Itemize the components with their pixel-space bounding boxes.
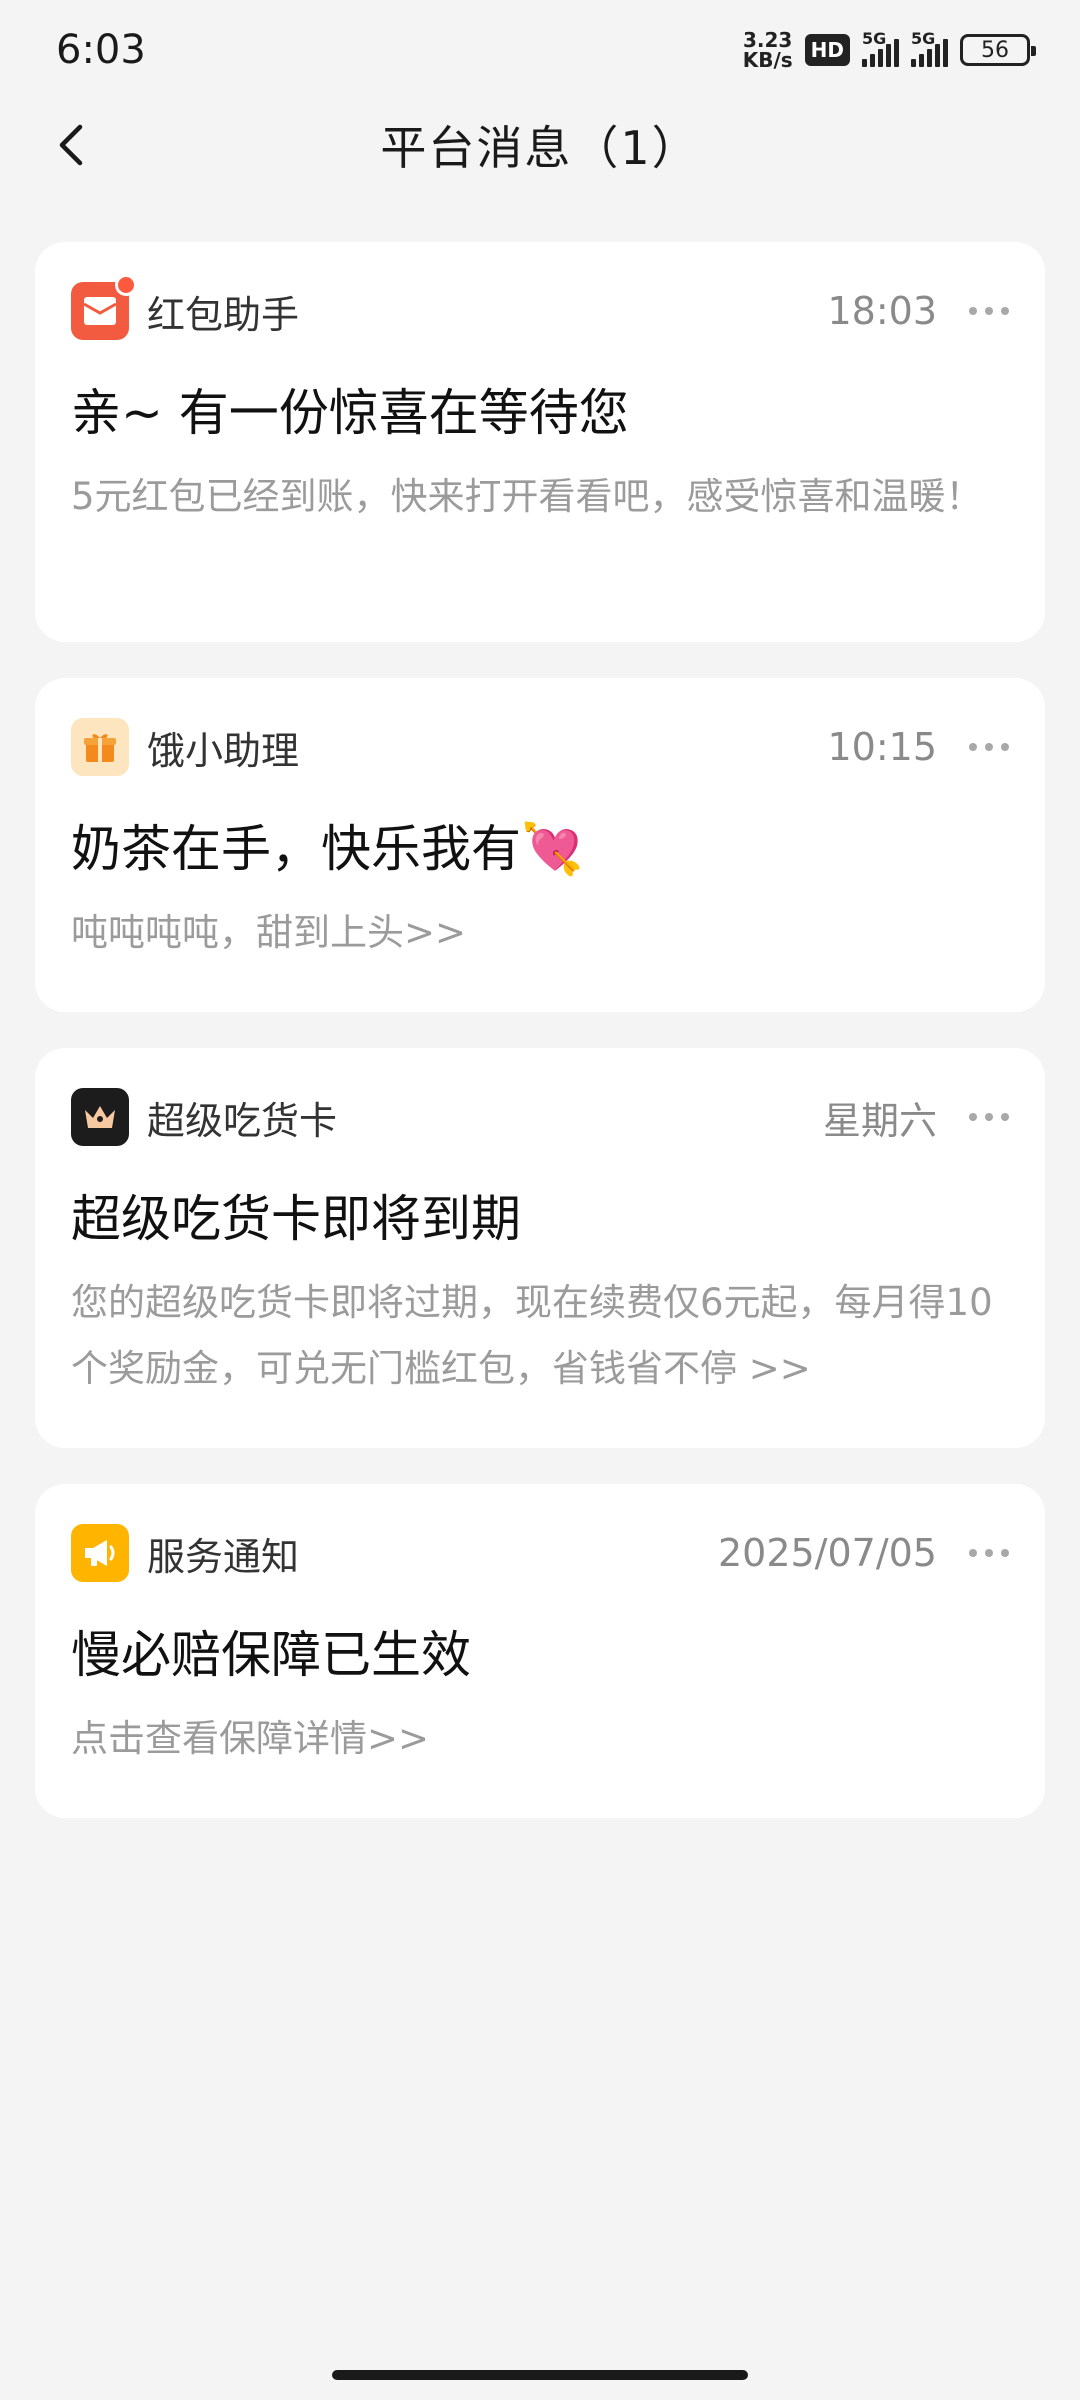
message-header: 红包助手 18:03 xyxy=(71,274,1009,340)
chevron-left-icon xyxy=(59,124,83,166)
network-speed-value: 3.23 xyxy=(743,28,793,52)
status-bar: 6:03 3.23 KB/s HD 5G 5G 56 xyxy=(0,0,1080,100)
page-title: 平台消息（1） xyxy=(380,121,700,175)
home-indicator[interactable] xyxy=(332,2370,748,2380)
message-card[interactable]: 饿小助理 10:15 奶茶在手，快乐我有💘 吨吨吨吨，甜到上头>> xyxy=(35,678,1045,1012)
message-source: 超级吃货卡 xyxy=(147,1098,338,1143)
message-card[interactable]: 超级吃货卡 星期六 超级吃货卡即将到期 您的超级吃货卡即将过期，现在续费仅6元起… xyxy=(35,1048,1045,1448)
signal-icon: 5G xyxy=(862,29,899,67)
message-time: 10:15 xyxy=(827,725,937,769)
message-body: 点击查看保障详情>> xyxy=(71,1717,430,1760)
message-body: 吨吨吨吨，甜到上头>> xyxy=(71,911,467,954)
message-list: 红包助手 18:03 亲~ 有一份惊喜在等待您 5元红包已经到账，快来打开看看吧… xyxy=(35,242,1045,1854)
battery-level: 56 xyxy=(981,37,1009,63)
more-options-icon[interactable] xyxy=(969,1533,1009,1573)
battery-icon: 56 xyxy=(960,34,1036,66)
megaphone-icon xyxy=(71,1524,129,1582)
unread-badge xyxy=(115,274,137,296)
message-source: 饿小助理 xyxy=(147,728,300,773)
network-speed: 3.23 KB/s xyxy=(743,30,793,70)
message-time: 2025/07/05 xyxy=(717,1531,937,1575)
message-title: 超级吃货卡即将到期 xyxy=(71,1190,521,1248)
back-button[interactable] xyxy=(44,118,98,172)
message-card[interactable]: 红包助手 18:03 亲~ 有一份惊喜在等待您 5元红包已经到账，快来打开看看吧… xyxy=(35,242,1045,642)
message-source: 红包助手 xyxy=(147,292,300,337)
message-body: 您的超级吃货卡即将过期，现在续费仅6元起，每月得10个奖励金，可兑无门槛红包，省… xyxy=(71,1281,993,1390)
message-source: 服务通知 xyxy=(147,1534,300,1579)
message-body: 5元红包已经到账，快来打开看看吧，感受惊喜和温暖！ xyxy=(71,475,983,518)
status-time: 6:03 xyxy=(56,27,146,73)
message-header: 服务通知 2025/07/05 xyxy=(71,1524,1009,1582)
hd-voice-icon: HD xyxy=(804,34,850,66)
status-icons: 3.23 KB/s HD 5G 5G 56 xyxy=(743,29,1036,70)
signal-label: 5G xyxy=(862,29,887,48)
message-time: 星期六 xyxy=(822,1098,937,1143)
message-card[interactable]: 服务通知 2025/07/05 慢必赔保障已生效 点击查看保障详情>> xyxy=(35,1484,1045,1818)
gift-icon xyxy=(71,718,129,776)
more-options-icon[interactable] xyxy=(969,291,1009,331)
message-title: 亲~ 有一份惊喜在等待您 xyxy=(71,384,629,442)
message-title: 慢必赔保障已生效 xyxy=(71,1626,471,1684)
network-speed-unit: KB/s xyxy=(742,48,793,72)
nav-bar: 平台消息（1） xyxy=(0,100,1080,190)
message-time: 18:03 xyxy=(827,289,937,333)
signal-icon-2: 5G xyxy=(911,29,948,67)
red-envelope-icon xyxy=(71,274,137,340)
more-options-icon[interactable] xyxy=(969,1097,1009,1137)
message-header: 超级吃货卡 星期六 xyxy=(71,1088,1009,1146)
message-title: 奶茶在手，快乐我有💘 xyxy=(71,820,584,878)
signal-label-2: 5G xyxy=(911,29,936,48)
message-header: 饿小助理 10:15 xyxy=(71,718,1009,776)
crown-icon xyxy=(71,1088,129,1146)
more-options-icon[interactable] xyxy=(969,727,1009,767)
